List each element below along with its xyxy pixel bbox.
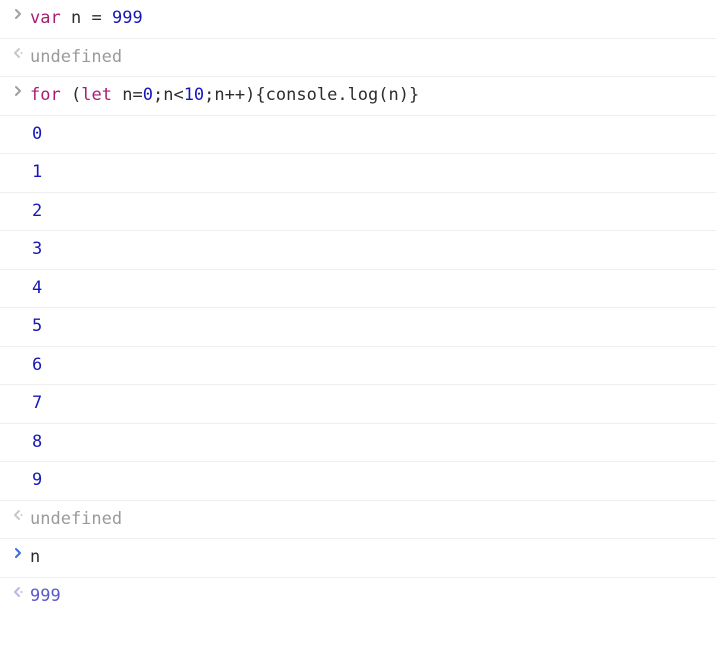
output-chevron-icon: [6, 584, 30, 598]
code-token: ;: [204, 85, 214, 105]
code-token: .: [337, 85, 347, 105]
code-token: [112, 85, 122, 105]
code-token: n: [122, 85, 132, 105]
console-row: 2: [0, 193, 716, 232]
code-token: 10: [184, 85, 204, 105]
log-value: 5: [30, 316, 42, 336]
console-row: 4: [0, 270, 716, 309]
code-token: console: [266, 85, 338, 105]
log-output: 8: [30, 430, 708, 456]
log-output: 9: [30, 468, 708, 494]
console-row: 7: [0, 385, 716, 424]
log-output: 2: [30, 199, 708, 225]
log-output: 3: [30, 237, 708, 263]
log-value: 3: [30, 239, 42, 259]
code-token: n: [163, 85, 173, 105]
code-token: let: [81, 85, 112, 105]
code-token: ++: [225, 85, 245, 105]
input-code[interactable]: for (let n=0;n<10;n++){console.log(n)}: [30, 83, 708, 109]
console-row: n: [0, 539, 716, 578]
code-token: [102, 8, 112, 28]
log-value: 1: [30, 162, 42, 182]
code-token: =: [132, 85, 142, 105]
log-output: 0: [30, 122, 708, 148]
log-gutter: [6, 276, 30, 278]
log-value: 2: [30, 201, 42, 221]
log-gutter: [6, 430, 30, 432]
code-token: 999: [112, 8, 143, 28]
input-chevron-icon: [6, 6, 30, 20]
result-undefined: undefined: [30, 507, 708, 533]
log-value: 7: [30, 393, 42, 413]
code-token: ): [245, 85, 255, 105]
code-token: [81, 8, 91, 28]
input-code[interactable]: n: [30, 545, 708, 571]
code-token: ;: [153, 85, 163, 105]
console-row: undefined: [0, 501, 716, 540]
console-row: undefined: [0, 39, 716, 78]
code-token: [61, 8, 71, 28]
code-token: <: [173, 85, 183, 105]
log-gutter: [6, 314, 30, 316]
log-output: 5: [30, 314, 708, 340]
code-token: var: [30, 8, 61, 28]
code-token: n: [71, 8, 81, 28]
console-row: 999: [0, 578, 716, 616]
log-value: 4: [30, 278, 42, 298]
code-token: (: [378, 85, 388, 105]
log-value: 6: [30, 355, 42, 375]
console-row: 3: [0, 231, 716, 270]
log-value: 8: [30, 432, 42, 452]
log-output: 1: [30, 160, 708, 186]
log-gutter: [6, 122, 30, 124]
input-chevron-icon: [6, 545, 30, 559]
undefined-text: undefined: [30, 47, 122, 67]
console-row: 5: [0, 308, 716, 347]
code-token: ): [399, 85, 409, 105]
console-row: 9: [0, 462, 716, 501]
console-row: var n = 999: [0, 0, 716, 39]
log-gutter: [6, 391, 30, 393]
result-value: 999: [30, 584, 708, 610]
console-panel: var n = 999undefinedfor (let n=0;n<10;n+…: [0, 0, 716, 615]
console-row: 1: [0, 154, 716, 193]
code-token: n: [30, 547, 40, 567]
code-token: n: [389, 85, 399, 105]
log-value: 0: [30, 124, 42, 144]
log-gutter: [6, 237, 30, 239]
log-output: 4: [30, 276, 708, 302]
log-gutter: [6, 468, 30, 470]
log-value: 9: [30, 470, 42, 490]
log-gutter: [6, 353, 30, 355]
input-code[interactable]: var n = 999: [30, 6, 708, 32]
output-chevron-icon: [6, 45, 30, 59]
code-token: =: [91, 8, 101, 28]
code-token: 0: [143, 85, 153, 105]
result-undefined: undefined: [30, 45, 708, 71]
output-chevron-icon: [6, 507, 30, 521]
input-chevron-icon: [6, 83, 30, 97]
console-row: 0: [0, 116, 716, 155]
log-output: 6: [30, 353, 708, 379]
log-gutter: [6, 160, 30, 162]
code-token: }: [409, 85, 419, 105]
code-token: (: [71, 85, 81, 105]
log-output: 7: [30, 391, 708, 417]
console-row: 6: [0, 347, 716, 386]
console-row: 8: [0, 424, 716, 463]
code-token: {: [255, 85, 265, 105]
code-token: for: [30, 85, 61, 105]
code-token: n: [214, 85, 224, 105]
undefined-text: undefined: [30, 509, 122, 529]
result-number: 999: [30, 586, 61, 606]
code-token: log: [348, 85, 379, 105]
log-gutter: [6, 199, 30, 201]
console-row: for (let n=0;n<10;n++){console.log(n)}: [0, 77, 716, 116]
code-token: [61, 85, 71, 105]
